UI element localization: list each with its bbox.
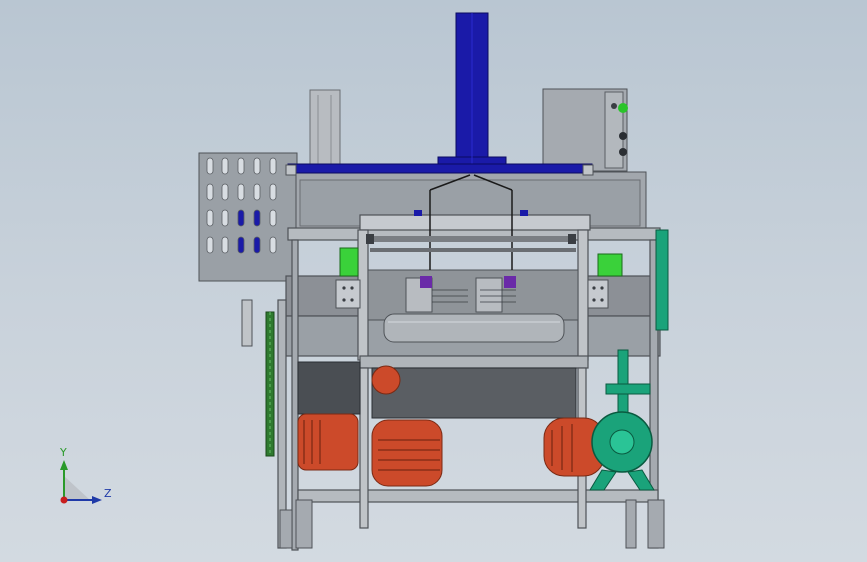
chain-drive [241, 299, 275, 457]
cad-viewport[interactable]: Y Z [0, 0, 867, 562]
y-axis-label: Y [59, 446, 67, 459]
gear-box [297, 361, 577, 419]
legs [279, 499, 665, 549]
x-axis-origin [60, 496, 68, 504]
control-cabinet [542, 88, 628, 172]
roller [383, 313, 565, 343]
perforated-panel [198, 152, 298, 282]
coordinate-triad: Y Z [59, 446, 112, 504]
z-axis-label: Z [104, 487, 112, 500]
blue-crossbar [285, 163, 594, 176]
machine-drawing: Y Z [59, 12, 669, 551]
